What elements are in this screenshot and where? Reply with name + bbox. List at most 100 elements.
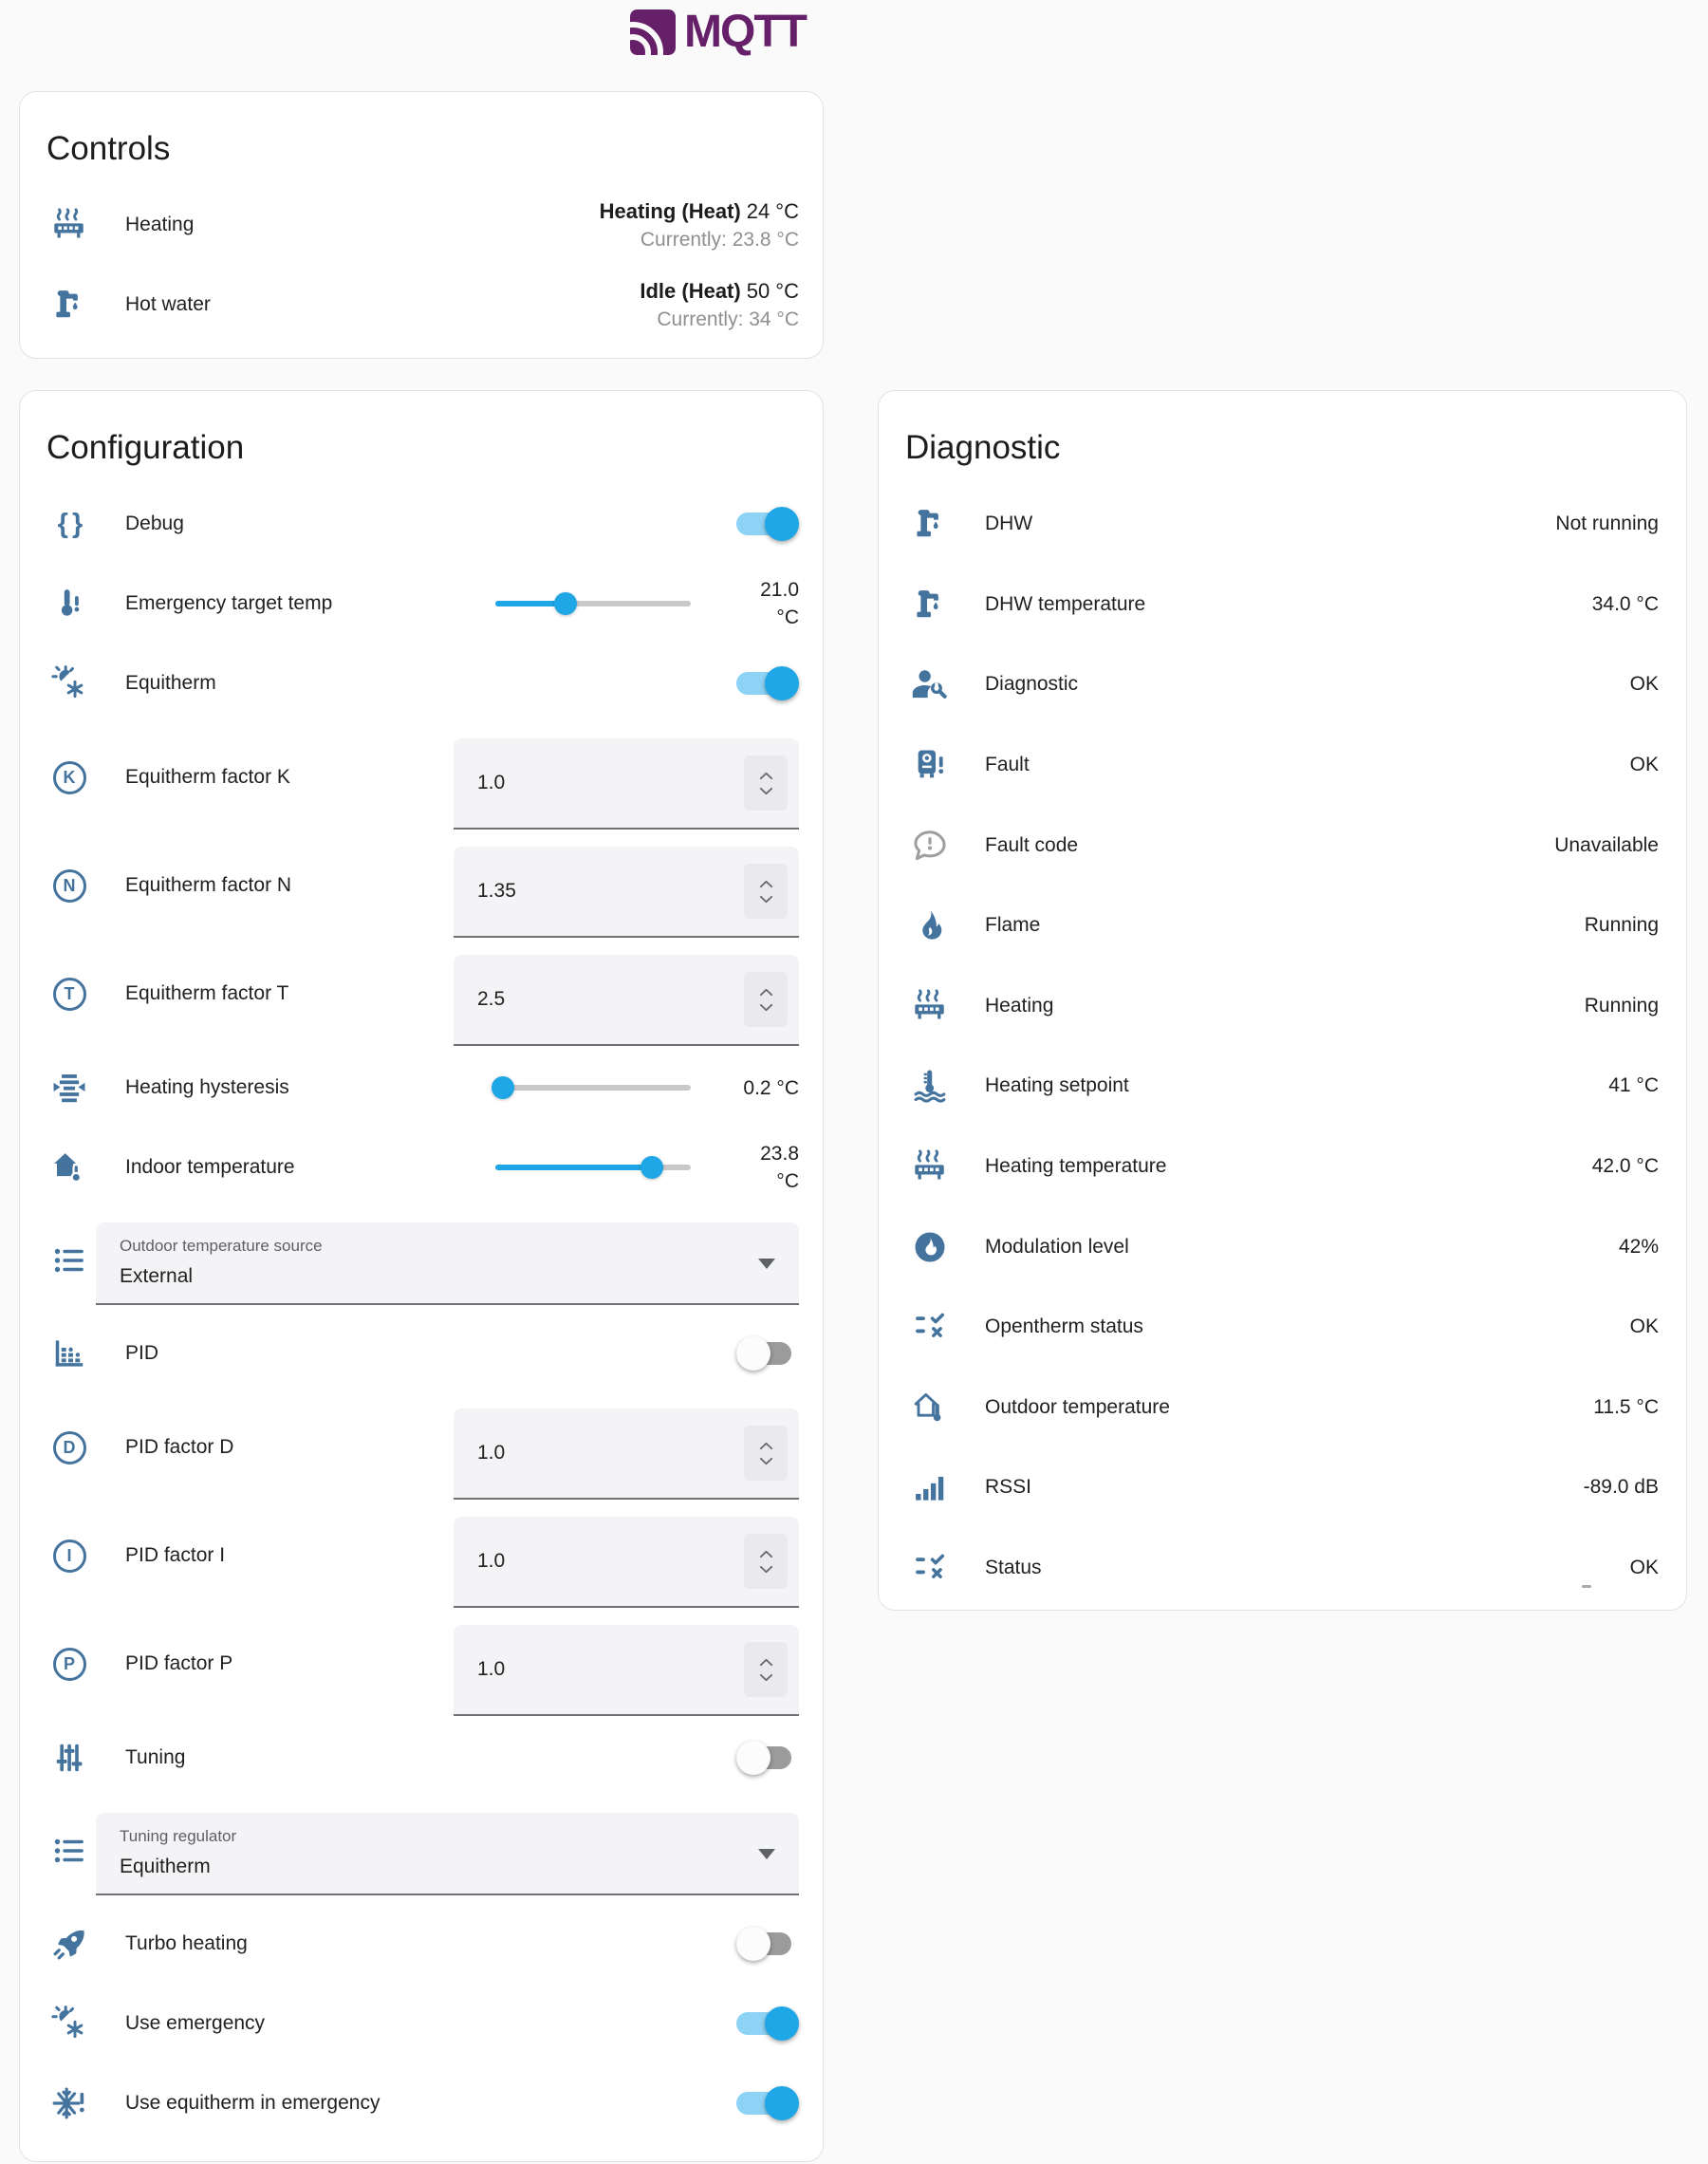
sensor-label: Fault code xyxy=(985,834,1554,857)
sensor-label: Outdoor temperature xyxy=(985,1396,1593,1419)
list-bulleted-icon xyxy=(50,1832,88,1870)
dropdown-arrow-icon xyxy=(758,1849,775,1859)
tune-vertical-icon xyxy=(50,1739,88,1777)
use-equitherm-in-emergency-toggle[interactable] xyxy=(736,2085,799,2121)
turbo-heating-toggle[interactable] xyxy=(736,1926,799,1962)
mqtt-logo-text: MQTT xyxy=(684,7,806,58)
stepper-up-icon[interactable] xyxy=(759,772,773,780)
stepper-up-icon[interactable] xyxy=(759,880,773,888)
state-current-temp: Currently: 34 °C xyxy=(640,306,799,334)
diagnostic-row-outdoor-temperature[interactable]: Outdoor temperature11.5 °C xyxy=(879,1368,1686,1448)
controls-card: Controls HeatingHeating (Heat)24 °CCurre… xyxy=(19,91,824,359)
outdoor-temperature-source-select[interactable]: Outdoor temperature sourceExternal xyxy=(96,1222,799,1305)
equitherm-factor-k-input[interactable]: 1.0 xyxy=(454,738,799,830)
state-current-temp: Currently: 23.8 °C xyxy=(600,226,799,254)
diagnostic-row-fault-code[interactable]: Fault codeUnavailable xyxy=(879,805,1686,886)
pid-factor-p-input[interactable]: 1.0 xyxy=(454,1625,799,1716)
toggle-thumb xyxy=(765,2006,799,2041)
mqtt-logo: MQTT xyxy=(630,7,806,58)
stepper-down-icon[interactable] xyxy=(759,1003,773,1012)
stepper-down-icon[interactable] xyxy=(759,1565,773,1574)
diagnostic-row-heating-temperature[interactable]: Heating temperature42.0 °C xyxy=(879,1127,1686,1207)
pid-toggle[interactable] xyxy=(736,1335,799,1371)
slider-knob[interactable] xyxy=(492,1076,514,1099)
stepper-buttons[interactable] xyxy=(744,972,788,1027)
diagnostic-row-heating[interactable]: HeatingRunning xyxy=(879,966,1686,1047)
diagnostic-row-status[interactable]: StatusOK xyxy=(879,1528,1686,1609)
state-primary: Heating (Heat)24 °C xyxy=(600,196,799,226)
sun-snowflake-icon xyxy=(50,2005,88,2043)
number-value[interactable]: 1.0 xyxy=(477,1517,505,1606)
diagnostic-row-heating-setpoint[interactable]: Heating setpoint41 °C xyxy=(879,1046,1686,1127)
number-value[interactable]: 2.5 xyxy=(477,955,505,1044)
diagnostic-row-rssi[interactable]: RSSI-89.0 dB xyxy=(879,1447,1686,1528)
indoor-temperature-slider[interactable] xyxy=(495,1156,691,1179)
list-status-icon xyxy=(911,1308,949,1346)
stepper-buttons[interactable] xyxy=(744,1426,788,1481)
debug-toggle[interactable] xyxy=(736,506,799,542)
equitherm-factor-n-input[interactable]: 1.35 xyxy=(454,847,799,938)
diagnostic-row-flame[interactable]: FlameRunning xyxy=(879,886,1686,966)
number-value[interactable]: 1.0 xyxy=(477,1625,505,1714)
stepper-up-icon[interactable] xyxy=(759,1658,773,1667)
sensor-value: OK xyxy=(1630,754,1659,776)
slider-knob[interactable] xyxy=(554,592,577,615)
alpha-letter: D xyxy=(53,1431,86,1464)
stepper-buttons[interactable] xyxy=(744,1534,788,1589)
sensor-label: Diagnostic xyxy=(985,673,1630,696)
diagnostic-row-fault[interactable]: FaultOK xyxy=(879,725,1686,806)
config-row-equitherm-factor-k: KEquitherm factor K1.0 xyxy=(20,723,823,831)
slider-value: 21.0 °C xyxy=(738,576,799,631)
tuning-regulator-select[interactable]: Tuning regulatorEquitherm xyxy=(96,1813,799,1895)
alpha-letter: P xyxy=(53,1648,86,1681)
climate-state[interactable]: Heating (Heat)24 °CCurrently: 23.8 °C xyxy=(600,196,799,254)
setting-label: Tuning xyxy=(125,1746,736,1769)
stepper-buttons[interactable] xyxy=(744,1642,788,1697)
heating-hysteresis-slider[interactable] xyxy=(495,1076,691,1099)
pid-factor-i-input[interactable]: 1.0 xyxy=(454,1517,799,1608)
use-emergency-toggle[interactable] xyxy=(736,2005,799,2042)
diagnostic-row-opentherm-status[interactable]: Opentherm statusOK xyxy=(879,1287,1686,1368)
config-row-use-emergency: Use emergency xyxy=(20,1984,823,2063)
number-value[interactable]: 1.0 xyxy=(477,738,505,828)
equitherm-factor-t-input[interactable]: 2.5 xyxy=(454,955,799,1046)
pid-factor-d-input[interactable]: 1.0 xyxy=(454,1408,799,1500)
sensor-label: Status xyxy=(985,1557,1630,1579)
slider-knob[interactable] xyxy=(640,1156,663,1179)
slider-value: 0.2 °C xyxy=(738,1074,799,1102)
stepper-up-icon[interactable] xyxy=(759,988,773,997)
hysteresis-icon xyxy=(50,1069,88,1107)
alpha-letter: T xyxy=(53,978,86,1011)
tuning-toggle[interactable] xyxy=(736,1740,799,1776)
select-value: Equitherm xyxy=(120,1856,211,1878)
stepper-buttons[interactable] xyxy=(744,864,788,919)
number-value[interactable]: 1.0 xyxy=(477,1408,505,1498)
dropdown-arrow-icon xyxy=(758,1259,775,1269)
alpha-letter: N xyxy=(53,869,86,903)
controls-row-heating[interactable]: HeatingHeating (Heat)24 °CCurrently: 23.… xyxy=(20,185,823,265)
sensor-value: Running xyxy=(1585,914,1659,937)
config-row-debug: { }Debug xyxy=(20,484,823,564)
stepper-down-icon[interactable] xyxy=(759,787,773,795)
stepper-up-icon[interactable] xyxy=(759,1442,773,1450)
stepper-down-icon[interactable] xyxy=(759,1457,773,1465)
diagnostic-row-modulation-level[interactable]: Modulation level42% xyxy=(879,1206,1686,1287)
alpha-k-circle-icon: K xyxy=(50,758,88,796)
stepper-down-icon[interactable] xyxy=(759,895,773,904)
stepper-buttons[interactable] xyxy=(744,756,788,811)
stepper-down-icon[interactable] xyxy=(759,1673,773,1682)
climate-state[interactable]: Idle (Heat)50 °CCurrently: 34 °C xyxy=(640,276,799,334)
list-status-icon xyxy=(911,1549,949,1587)
emergency-target-temp-slider[interactable] xyxy=(495,592,691,615)
setting-label: Equitherm factor T xyxy=(125,982,454,1005)
thermometer-alert-icon xyxy=(50,585,88,623)
diagnostic-row-diagnostic[interactable]: DiagnosticOK xyxy=(879,644,1686,725)
equitherm-toggle[interactable] xyxy=(736,665,799,701)
diagnostic-row-dhw-temperature[interactable]: DHW temperature34.0 °C xyxy=(879,565,1686,645)
diagnostic-row-dhw[interactable]: DHWNot running xyxy=(879,484,1686,565)
controls-row-hot-water[interactable]: Hot waterIdle (Heat)50 °CCurrently: 34 °… xyxy=(20,265,823,345)
number-value[interactable]: 1.35 xyxy=(477,847,516,936)
stepper-up-icon[interactable] xyxy=(759,1550,773,1558)
alpha-t-circle-icon: T xyxy=(50,975,88,1013)
configuration-card: Configuration { }DebugEmergency target t… xyxy=(19,390,824,2162)
